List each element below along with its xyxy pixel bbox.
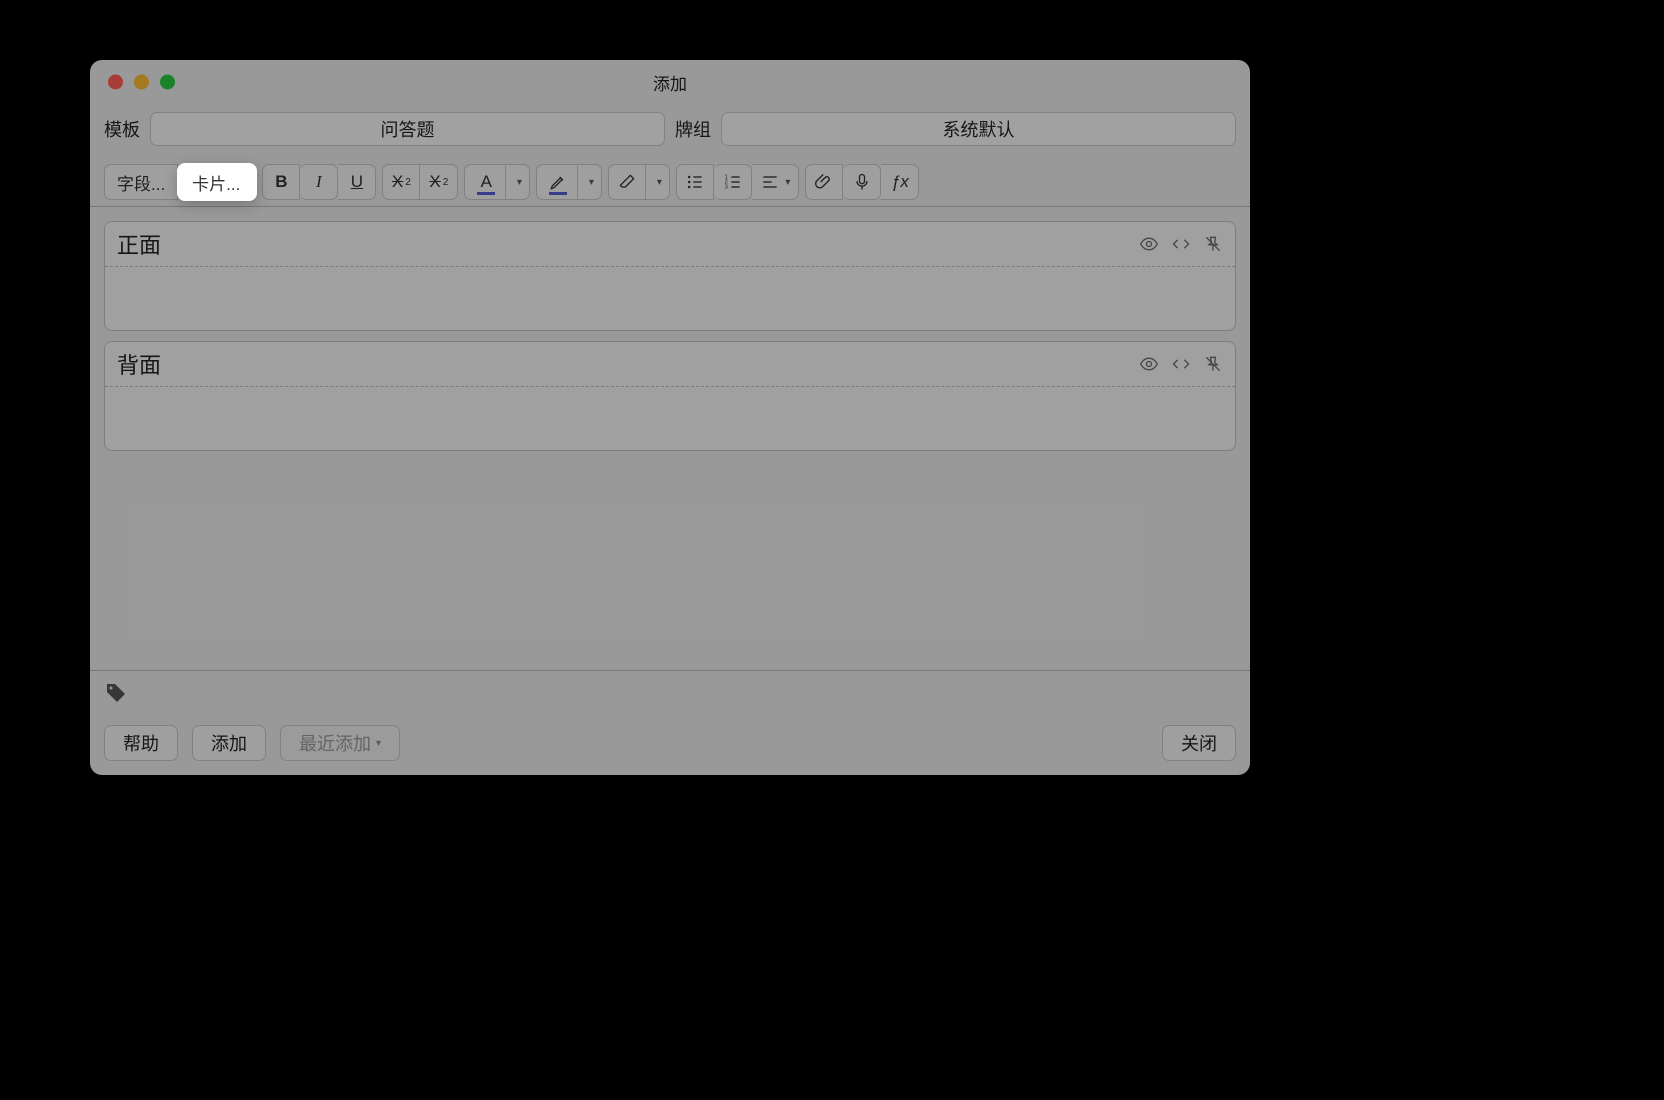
bullet-list-icon — [685, 172, 705, 192]
add-card-window: 添加 模板 问答题 牌组 系统默认 字段... 卡片... B I U X2 — [90, 60, 1250, 775]
help-button[interactable]: 帮助 — [104, 725, 178, 761]
minimize-window-button[interactable] — [134, 75, 149, 90]
front-field-label: 正面 — [117, 228, 161, 260]
fields-button[interactable]: 字段... — [104, 164, 178, 200]
paperclip-icon — [814, 172, 834, 192]
titlebar: 添加 — [90, 60, 1250, 104]
highlight-color-button[interactable] — [536, 164, 578, 200]
back-field-input[interactable] — [105, 387, 1235, 450]
footer: 帮助 添加 最近添加 ▾ 关闭 — [90, 715, 1250, 775]
highlight-color-dropdown[interactable]: ▾ — [578, 164, 602, 200]
template-value: 问答题 — [381, 116, 435, 142]
chevron-down-icon: ▾ — [517, 177, 522, 188]
chevron-down-icon: ▾ — [657, 177, 662, 188]
template-label: 模板 — [104, 116, 140, 142]
recent-add-button[interactable]: 最近添加 ▾ — [280, 725, 400, 761]
code-icon[interactable] — [1171, 354, 1191, 374]
highlighter-icon — [548, 172, 568, 192]
fields-area: 正面 背面 — [90, 207, 1250, 670]
selector-row: 模板 问答题 牌组 系统默认 — [90, 104, 1250, 146]
unpin-icon[interactable] — [1203, 354, 1223, 374]
chevron-down-icon: ▾ — [589, 177, 594, 188]
tag-icon — [104, 681, 128, 705]
unpin-icon[interactable] — [1203, 234, 1223, 254]
text-color-dropdown[interactable]: ▾ — [506, 164, 530, 200]
add-button[interactable]: 添加 — [192, 725, 266, 761]
chevron-down-icon: ▾ — [785, 177, 790, 188]
deck-select-button[interactable]: 系统默认 — [721, 112, 1236, 146]
back-field-label: 背面 — [117, 348, 161, 380]
eye-icon[interactable] — [1139, 354, 1159, 374]
deck-label: 牌组 — [675, 116, 711, 142]
erase-format-button[interactable] — [608, 164, 646, 200]
equation-button[interactable]: ƒx — [881, 164, 919, 200]
subscript-button[interactable]: X2 — [420, 164, 458, 200]
template-select-button[interactable]: 问答题 — [150, 112, 665, 146]
italic-button[interactable]: I — [300, 164, 338, 200]
tag-row[interactable] — [90, 670, 1250, 715]
attach-button[interactable] — [805, 164, 843, 200]
erase-format-dropdown[interactable]: ▾ — [646, 164, 670, 200]
record-audio-button[interactable] — [843, 164, 881, 200]
numbered-list-icon: 123 — [723, 172, 743, 192]
underline-button[interactable]: U — [338, 164, 376, 200]
code-icon[interactable] — [1171, 234, 1191, 254]
window-title: 添加 — [653, 70, 687, 95]
text-color-button[interactable]: A — [464, 164, 506, 200]
svg-text:3: 3 — [725, 185, 728, 191]
unordered-list-button[interactable] — [676, 164, 714, 200]
chevron-down-icon: ▾ — [376, 738, 381, 749]
close-button[interactable]: 关闭 — [1162, 725, 1236, 761]
eraser-icon — [617, 172, 637, 192]
formatting-toolbar: 字段... 卡片... B I U X2 X2 A ▾ — [90, 146, 1250, 207]
maximize-window-button[interactable] — [160, 75, 175, 90]
front-field-input[interactable] — [105, 267, 1235, 330]
front-field: 正面 — [104, 221, 1236, 331]
superscript-button[interactable]: X2 — [382, 164, 420, 200]
cards-button[interactable]: 卡片... — [178, 164, 256, 200]
align-icon — [760, 172, 780, 192]
bold-button[interactable]: B — [262, 164, 300, 200]
back-field: 背面 — [104, 341, 1236, 451]
deck-value: 系统默认 — [943, 116, 1015, 142]
eye-icon[interactable] — [1139, 234, 1159, 254]
ordered-list-button[interactable]: 123 — [714, 164, 752, 200]
close-window-button[interactable] — [108, 75, 123, 90]
microphone-icon — [852, 172, 872, 192]
alignment-button[interactable]: ▾ — [752, 164, 799, 200]
traffic-lights — [108, 75, 175, 90]
